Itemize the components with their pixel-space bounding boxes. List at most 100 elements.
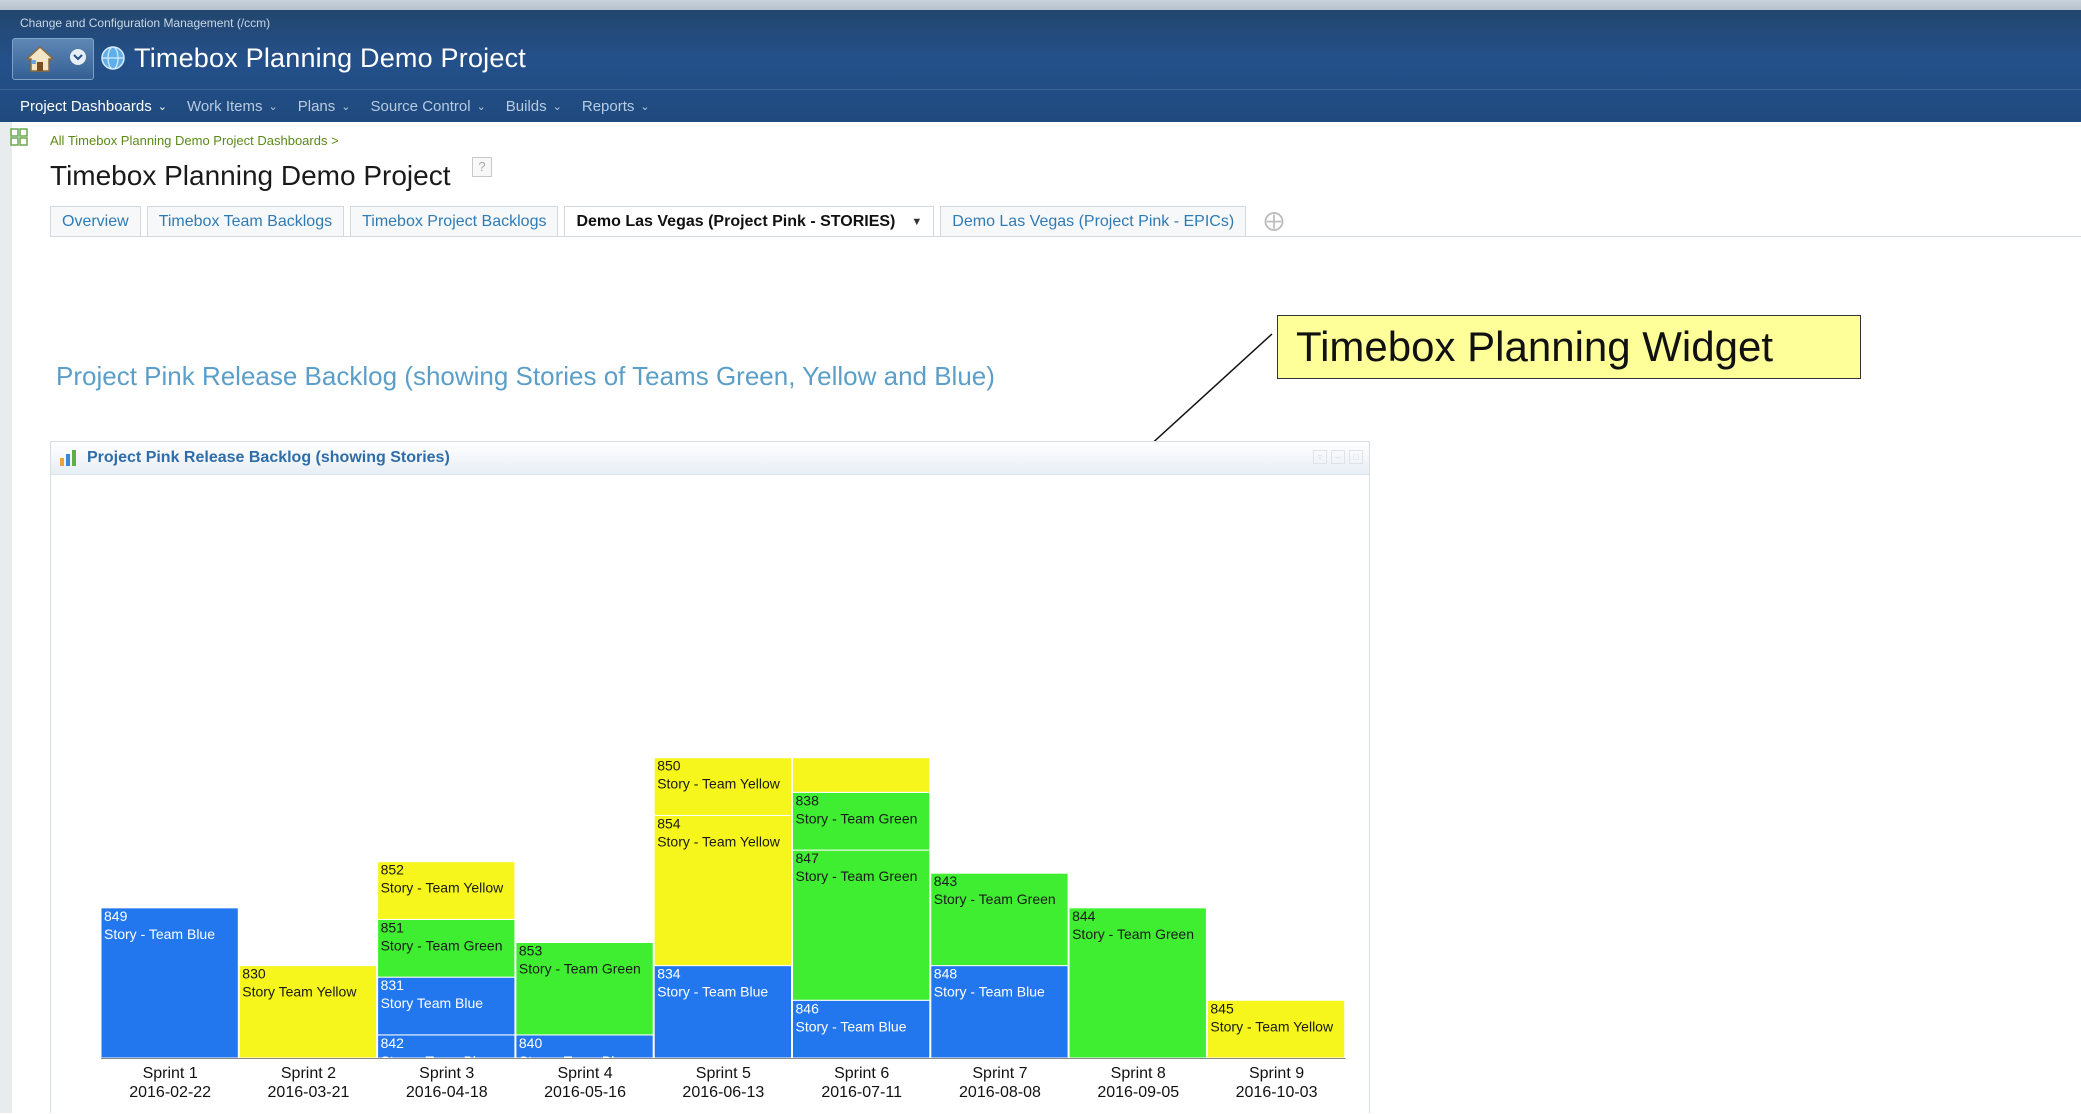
story-label: Story Team Yellow [242, 984, 357, 1000]
app-label: Change and Configuration Management (/cc… [20, 16, 271, 30]
nav-source-control[interactable]: Source Control ⌄ [371, 98, 486, 115]
tab-menu-icon[interactable]: ▼ [911, 207, 922, 237]
sprint-tick-label: Sprint 8 [1111, 1065, 1166, 1082]
dashboard-grid-icon[interactable] [10, 128, 28, 146]
story-label: Story - Team Yellow [1210, 1018, 1334, 1034]
bar-chart-icon [60, 450, 76, 466]
story-label: Story - Team Blue [657, 984, 768, 1000]
story-id: 853 [519, 943, 543, 959]
nav-label: Plans [297, 97, 336, 115]
nav-project-dashboards[interactable]: Project Dashboards ⌄ [20, 98, 167, 115]
sprint-tick-label: Sprint 9 [1249, 1065, 1304, 1082]
app-header: Change and Configuration Management (/cc… [0, 10, 2081, 122]
story-block-838[interactable]: 838 Story - Team Green [792, 791, 931, 851]
sprint-tick-label: Sprint 5 [696, 1065, 751, 1082]
breadcrumb[interactable]: All Timebox Planning Demo Project Dashbo… [50, 133, 339, 148]
story-label: Story - Team Blue [104, 926, 215, 942]
sprint-tick-label: Sprint 2 [281, 1065, 336, 1082]
nav-builds[interactable]: Builds ⌄ [506, 98, 562, 115]
nav-label: Builds [505, 97, 547, 115]
chevron-down-icon: ⌄ [552, 100, 562, 113]
story-label: Story - Team Blue [796, 1018, 907, 1034]
tab-label: Overview [62, 213, 129, 230]
sprint-date-label: 2016-09-05 [1097, 1084, 1179, 1101]
sprint-date-label: 2016-03-21 [268, 1084, 350, 1101]
story-label: Story - Team Yellow [381, 880, 505, 896]
add-tab-icon[interactable]: ⨁ [1264, 211, 1284, 231]
story-block-842[interactable]: 842Story - Team Blue [377, 1034, 516, 1069]
story-block-852[interactable]: 852 Story - Team Yellow [377, 861, 516, 920]
widget-menu-icon[interactable]: ▿ [1313, 450, 1327, 464]
help-icon[interactable]: ? [472, 157, 492, 177]
sprint-date-label: 2016-10-03 [1236, 1084, 1318, 1101]
story-block-851[interactable]: 851 Story - Team Green [377, 918, 516, 978]
home-menu-button[interactable] [12, 38, 94, 80]
story-id: 843 [934, 873, 958, 889]
story-block-850[interactable]: 850 Story - Team Yellow [653, 757, 793, 816]
widget-header: Project Pink Release Backlog (showing St… [51, 442, 1369, 475]
tab-timebox-project-backlogs[interactable]: Timebox Project Backlogs [350, 206, 559, 237]
widget-controls: ▿ – □ [1313, 450, 1363, 464]
backlog-chart: 849 Story - Team Blue Sprint 1 2016-02-22 83… [100, 757, 1346, 1101]
story-block-840[interactable]: 840Story - Team Blue [515, 1034, 654, 1069]
nav-plans[interactable]: Plans ⌄ [298, 98, 351, 115]
sprint-tick-label: Sprint 6 [834, 1065, 889, 1082]
story-id: 840 [519, 1035, 543, 1051]
minimize-icon[interactable]: – [1331, 450, 1345, 464]
story-block-846[interactable]: 846 Story - Team Blue [792, 999, 931, 1059]
story-label: Story - Team Green [934, 891, 1056, 907]
nav-reports[interactable]: Reports ⌄ [582, 98, 650, 115]
sprint-date-label: 2016-08-08 [959, 1084, 1041, 1101]
sprint-date-label: 2016-02-22 [129, 1084, 211, 1101]
story-block-843[interactable]: 843 Story - Team Green [930, 872, 1069, 967]
tabs-divider [50, 236, 2081, 237]
story-id: 847 [796, 850, 820, 866]
story-block-831[interactable]: 831 Story Team Blue [377, 976, 516, 1036]
page-title: Timebox Planning Demo Project [50, 160, 451, 191]
tab-label: Demo Las Vegas (Project Pink - EPICs) [952, 213, 1235, 230]
dashboard-tabs: Overview Timebox Team Backlogs Timebox P… [50, 206, 1252, 237]
story-id: 851 [381, 919, 405, 935]
chevron-down-icon: ⌄ [157, 100, 167, 113]
chevron-down-icon: ⌄ [640, 100, 650, 113]
tab-demo-las-vegas-epics[interactable]: Demo Las Vegas (Project Pink - EPICs) [940, 206, 1247, 237]
sprint-tick-label: Sprint 3 [419, 1065, 474, 1082]
story-block-853[interactable]: 853 Story - Team Green [515, 942, 654, 1036]
sprint-tick-label: Sprint 4 [557, 1065, 612, 1082]
story-label: Story - Team Green [519, 961, 641, 977]
nav-label: Work Items [186, 97, 263, 115]
tab-demo-las-vegas-stories[interactable]: Demo Las Vegas (Project Pink - STORIES) ▼ [564, 206, 935, 237]
story-label: Story - Team Blue [934, 984, 1045, 1000]
story-id: 846 [796, 1000, 820, 1016]
project-title: Timebox Planning Demo Project [134, 43, 526, 73]
sprint-date-label: 2016-07-11 [821, 1084, 902, 1101]
timebox-planning-widget: Project Pink Release Backlog (showing St… [50, 441, 1370, 1113]
sprint-tick-label: Sprint 1 [143, 1065, 198, 1082]
story-block-rect [792, 757, 931, 793]
tab-label: Demo Las Vegas (Project Pink - STORIES) [576, 213, 896, 230]
nav-label: Project Dashboards [20, 97, 152, 115]
maximize-icon[interactable]: □ [1349, 450, 1363, 464]
story-label: Story Team Blue [381, 995, 484, 1011]
sprint-tick-label: Sprint 7 [972, 1065, 1027, 1082]
tab-overview[interactable]: Overview [50, 206, 141, 237]
tab-label: Timebox Team Backlogs [158, 213, 333, 230]
story-block-847[interactable]: 847 Story - Team Green [792, 849, 931, 1001]
story-block-834[interactable]: 834 Story - Team Blue [653, 965, 793, 1059]
top-strip [0, 0, 2081, 10]
story-block-845[interactable]: 845 Story - Team Yellow [1206, 999, 1346, 1059]
story-block-830[interactable]: 830 Story Team Yellow [238, 965, 378, 1059]
story-block-844[interactable]: 844 Story - Team Green [1068, 907, 1207, 1059]
story-block-854[interactable]: 854 Story - Team Yellow [653, 814, 793, 967]
callout-box: Timebox Planning Widget [1277, 315, 1861, 379]
story-block-untitled[interactable] [792, 757, 931, 793]
story-block-849[interactable]: 849 Story - Team Blue [100, 907, 239, 1059]
nav-work-items[interactable]: Work Items ⌄ [187, 98, 278, 115]
story-id: 844 [1072, 908, 1096, 924]
chevron-down-icon: ⌄ [268, 100, 278, 113]
story-id: 854 [657, 815, 681, 831]
tab-timebox-team-backlogs[interactable]: Timebox Team Backlogs [146, 206, 345, 237]
sprint-date-label: 2016-04-18 [406, 1084, 488, 1101]
story-block-848[interactable]: 848 Story - Team Blue [930, 965, 1069, 1059]
widget-title[interactable]: Project Pink Release Backlog (showing St… [87, 449, 450, 467]
